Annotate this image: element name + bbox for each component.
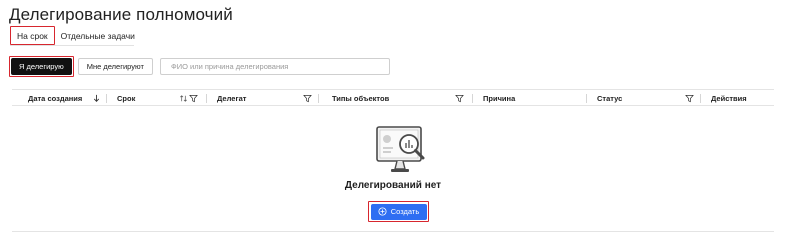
filter-icon[interactable] bbox=[303, 94, 312, 103]
tabs-divider bbox=[10, 45, 134, 46]
monitor-search-icon bbox=[376, 126, 425, 172]
column-term[interactable]: Срок bbox=[117, 90, 135, 107]
create-button-label: Создать bbox=[390, 207, 420, 216]
table-header: Дата создания Срок Делегат Типы объектов… bbox=[12, 89, 774, 106]
filter-icon[interactable] bbox=[189, 94, 198, 103]
filter-icon[interactable] bbox=[455, 94, 464, 103]
search-input[interactable]: ФИО или причина делегирования bbox=[160, 58, 390, 75]
column-object-types[interactable]: Типы объектов bbox=[332, 90, 389, 107]
filter-icon[interactable] bbox=[685, 94, 694, 103]
column-reason: Причина bbox=[483, 94, 516, 103]
column-separator bbox=[472, 94, 473, 103]
toggle-highlight: Я делегирую bbox=[9, 56, 74, 77]
plus-circle-icon bbox=[378, 207, 387, 216]
column-separator bbox=[700, 94, 701, 103]
delegated-to-me-button[interactable]: Мне делегируют bbox=[77, 58, 153, 75]
tab-on-term[interactable]: На срок bbox=[10, 26, 55, 45]
page-title: Делегирование полномочий bbox=[9, 5, 233, 24]
create-button[interactable]: Создать bbox=[370, 203, 427, 220]
tab-separate-tasks[interactable]: Отдельные задачи bbox=[55, 26, 141, 45]
column-separator bbox=[318, 94, 319, 103]
column-actions: Действия bbox=[711, 94, 747, 103]
column-separator bbox=[586, 94, 587, 103]
empty-message: Делегирований нет bbox=[344, 180, 442, 191]
column-delegate[interactable]: Делегат bbox=[217, 90, 246, 107]
tabs: На срок Отдельные задачи bbox=[10, 26, 141, 45]
empty-state: Делегирований нет Создать bbox=[12, 106, 774, 232]
delegation-direction-toggle: Я делегирую Мне делегируют bbox=[9, 56, 153, 77]
column-status[interactable]: Статус bbox=[597, 90, 622, 107]
column-created-date[interactable]: Дата создания bbox=[28, 90, 82, 107]
i-delegate-button[interactable]: Я делегирую bbox=[11, 58, 72, 75]
column-separator bbox=[206, 94, 207, 103]
create-highlight: Создать bbox=[368, 201, 429, 222]
column-separator bbox=[106, 94, 107, 103]
arrow-down-sort-icon[interactable] bbox=[92, 94, 101, 103]
sort-arrows-icon[interactable] bbox=[179, 94, 188, 103]
